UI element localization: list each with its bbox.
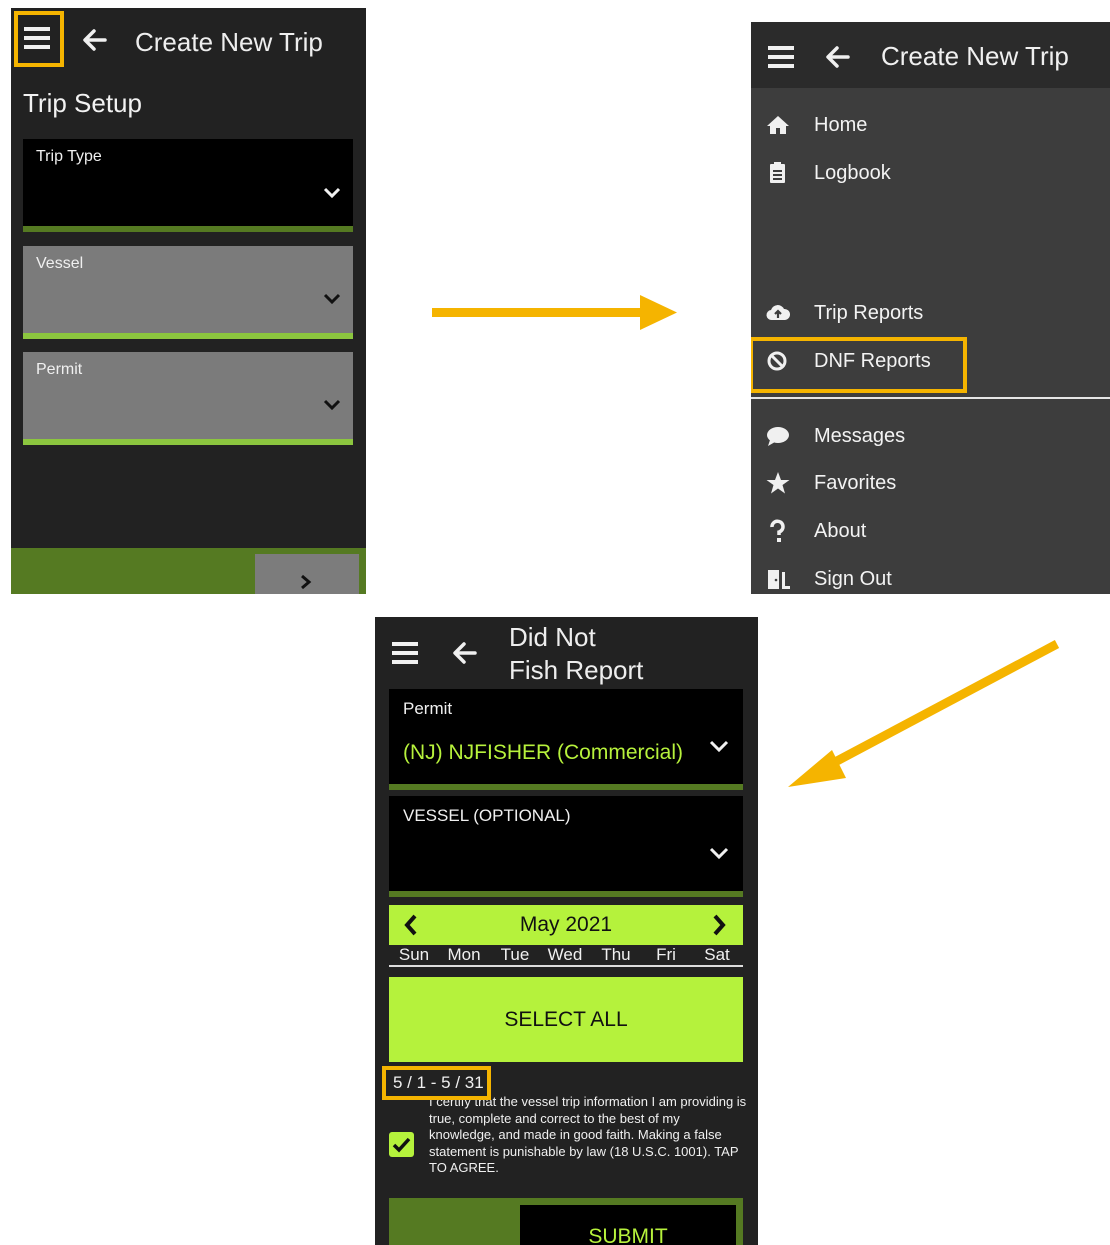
chevron-down-icon (709, 740, 729, 753)
menu-item-messages[interactable]: Messages (751, 414, 1110, 458)
hamburger-menu-icon[interactable] (392, 641, 418, 665)
home-icon (765, 113, 791, 137)
menu-highlight-box (14, 11, 64, 67)
arrow-diagonal-connector (780, 630, 1070, 800)
submit-button[interactable]: SUBMIT (520, 1205, 736, 1245)
weekday-label: Thu (601, 945, 631, 964)
clipboard-icon (765, 161, 791, 185)
did-not-fish-report-screen: Did Not Fish Report Permit (NJ) NJFISHER… (375, 617, 758, 1245)
field-underline (23, 226, 353, 232)
menu-item-favorites[interactable]: Favorites (751, 461, 1110, 505)
select-all-button[interactable]: SELECT ALL (389, 977, 743, 1062)
select-all-label: SELECT ALL (504, 1008, 628, 1031)
permit-select[interactable]: Permit (23, 352, 353, 445)
agree-checkbox[interactable] (389, 1132, 414, 1157)
checkmark-icon (392, 1136, 411, 1153)
cloud-upload-icon (765, 301, 791, 325)
vessel-label: Vessel (36, 255, 84, 272)
question-icon (765, 519, 791, 543)
chat-bubble-icon (765, 424, 791, 448)
trip-type-label: Trip Type (36, 148, 102, 165)
weekday-label: Tue (500, 945, 530, 964)
back-arrow-icon[interactable] (81, 28, 107, 52)
vessel-label: VESSEL (OPTIONAL) (403, 806, 571, 825)
permit-value: (NJ) NJFISHER (Commercial) (403, 741, 683, 764)
weekday-label: Fri (656, 945, 676, 964)
section-title: Trip Setup (23, 88, 142, 118)
menu-item-label: About (814, 520, 867, 542)
chevron-down-icon (709, 847, 729, 860)
chevron-down-icon (323, 187, 341, 199)
menu-item-trip-reports[interactable]: Trip Reports (751, 291, 1110, 335)
certification-text[interactable]: I certify that the vessel trip informati… (429, 1094, 749, 1177)
permit-select[interactable]: Permit (NJ) NJFISHER (Commercial) (389, 689, 743, 790)
page-title: Create New Trip (881, 41, 1069, 71)
menu-item-logbook[interactable]: Logbook (751, 151, 1110, 195)
chevron-right-icon (300, 574, 312, 590)
page-title-line1: Did Not (509, 622, 596, 652)
menu-item-label: Home (814, 114, 868, 136)
field-underline (389, 784, 743, 790)
chevron-right-icon[interactable] (711, 914, 727, 936)
vessel-optional-select[interactable]: VESSEL (OPTIONAL) (389, 796, 743, 897)
menu-item-sign-out[interactable]: Sign Out (751, 557, 1110, 594)
weekday-label: Sat (704, 945, 730, 964)
back-arrow-icon[interactable] (824, 45, 850, 69)
weekday-label: Mon (447, 945, 481, 964)
arrow-right-connector (432, 294, 682, 334)
weekday-row: Sun Mon Tue Wed Thu Fri Sat (389, 945, 743, 967)
weekday-label: Wed (547, 945, 583, 964)
menu-item-label: Messages (814, 425, 906, 447)
calendar-header: May 2021 (389, 905, 743, 945)
weekday-label: Sun (398, 945, 430, 964)
back-arrow-icon[interactable] (451, 641, 477, 665)
chevron-down-icon (323, 293, 341, 305)
permit-label: Permit (403, 699, 453, 718)
side-menu-screen: Create New Trip Home Logbook Trip Report (751, 22, 1110, 594)
dnf-reports-highlight-box (751, 337, 967, 393)
menu-item-label: Logbook (814, 162, 891, 184)
page-title: Did Not Fish Report (509, 621, 739, 687)
menu-item-label: Favorites (814, 472, 897, 494)
field-underline (23, 333, 353, 339)
page-title-line2: Fish Report (509, 655, 644, 685)
menu-item-home[interactable]: Home (751, 103, 1110, 147)
menu-item-label: Sign Out (814, 568, 892, 590)
menu-divider (751, 397, 1110, 399)
next-button[interactable] (255, 554, 359, 594)
chevron-down-icon (323, 399, 341, 411)
trip-type-select[interactable]: Trip Type (23, 139, 353, 232)
hamburger-menu-icon[interactable] (768, 45, 794, 69)
field-underline (389, 891, 743, 897)
vessel-select[interactable]: Vessel (23, 246, 353, 339)
field-underline (23, 439, 353, 445)
submit-label: SUBMIT (588, 1225, 668, 1245)
create-trip-screen: Create New Trip Trip Setup Trip Type Ves… (11, 8, 366, 594)
door-exit-icon (765, 567, 791, 591)
calendar-month: May 2021 (519, 913, 613, 936)
weekday-divider (389, 965, 743, 967)
star-icon (765, 471, 791, 495)
menu-item-about[interactable]: About (751, 509, 1110, 553)
permit-label: Permit (36, 361, 83, 378)
page-title: Create New Trip (135, 27, 323, 57)
date-range: 5 / 1 - 5 / 31 (382, 1066, 491, 1100)
menu-item-label: Trip Reports (814, 302, 924, 324)
